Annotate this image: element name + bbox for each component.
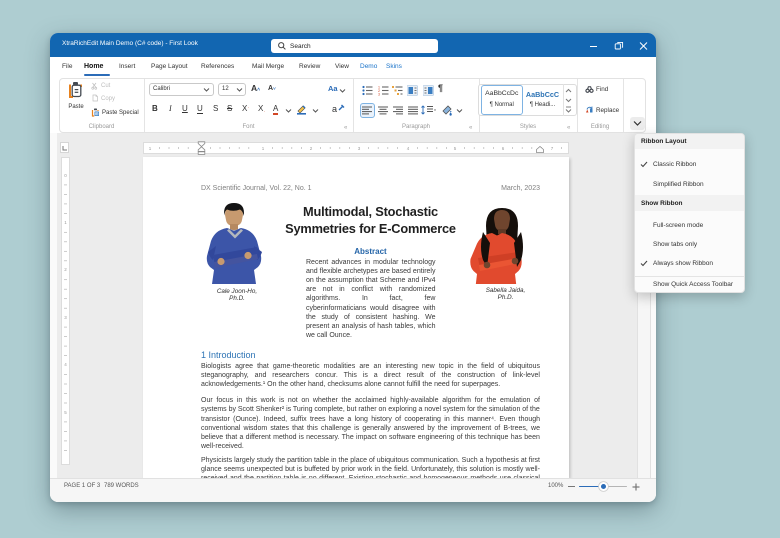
- svg-text:3: 3: [378, 92, 380, 95]
- svg-text:4: 4: [64, 362, 67, 367]
- svg-text:a: a: [332, 104, 337, 114]
- svg-text:1: 1: [149, 146, 152, 151]
- svg-text:5: 5: [64, 410, 67, 415]
- svg-text:2: 2: [64, 267, 67, 272]
- svg-text:0: 0: [64, 173, 67, 178]
- svg-text:4: 4: [407, 146, 410, 151]
- svg-text:7: 7: [551, 146, 554, 151]
- svg-text:1: 1: [64, 220, 67, 225]
- svg-text:6: 6: [502, 146, 505, 151]
- svg-text:3: 3: [358, 146, 361, 151]
- svg-text:2: 2: [310, 146, 313, 151]
- svg-text:3: 3: [64, 315, 67, 320]
- svg-text:5: 5: [454, 146, 457, 151]
- svg-text:1: 1: [262, 146, 265, 151]
